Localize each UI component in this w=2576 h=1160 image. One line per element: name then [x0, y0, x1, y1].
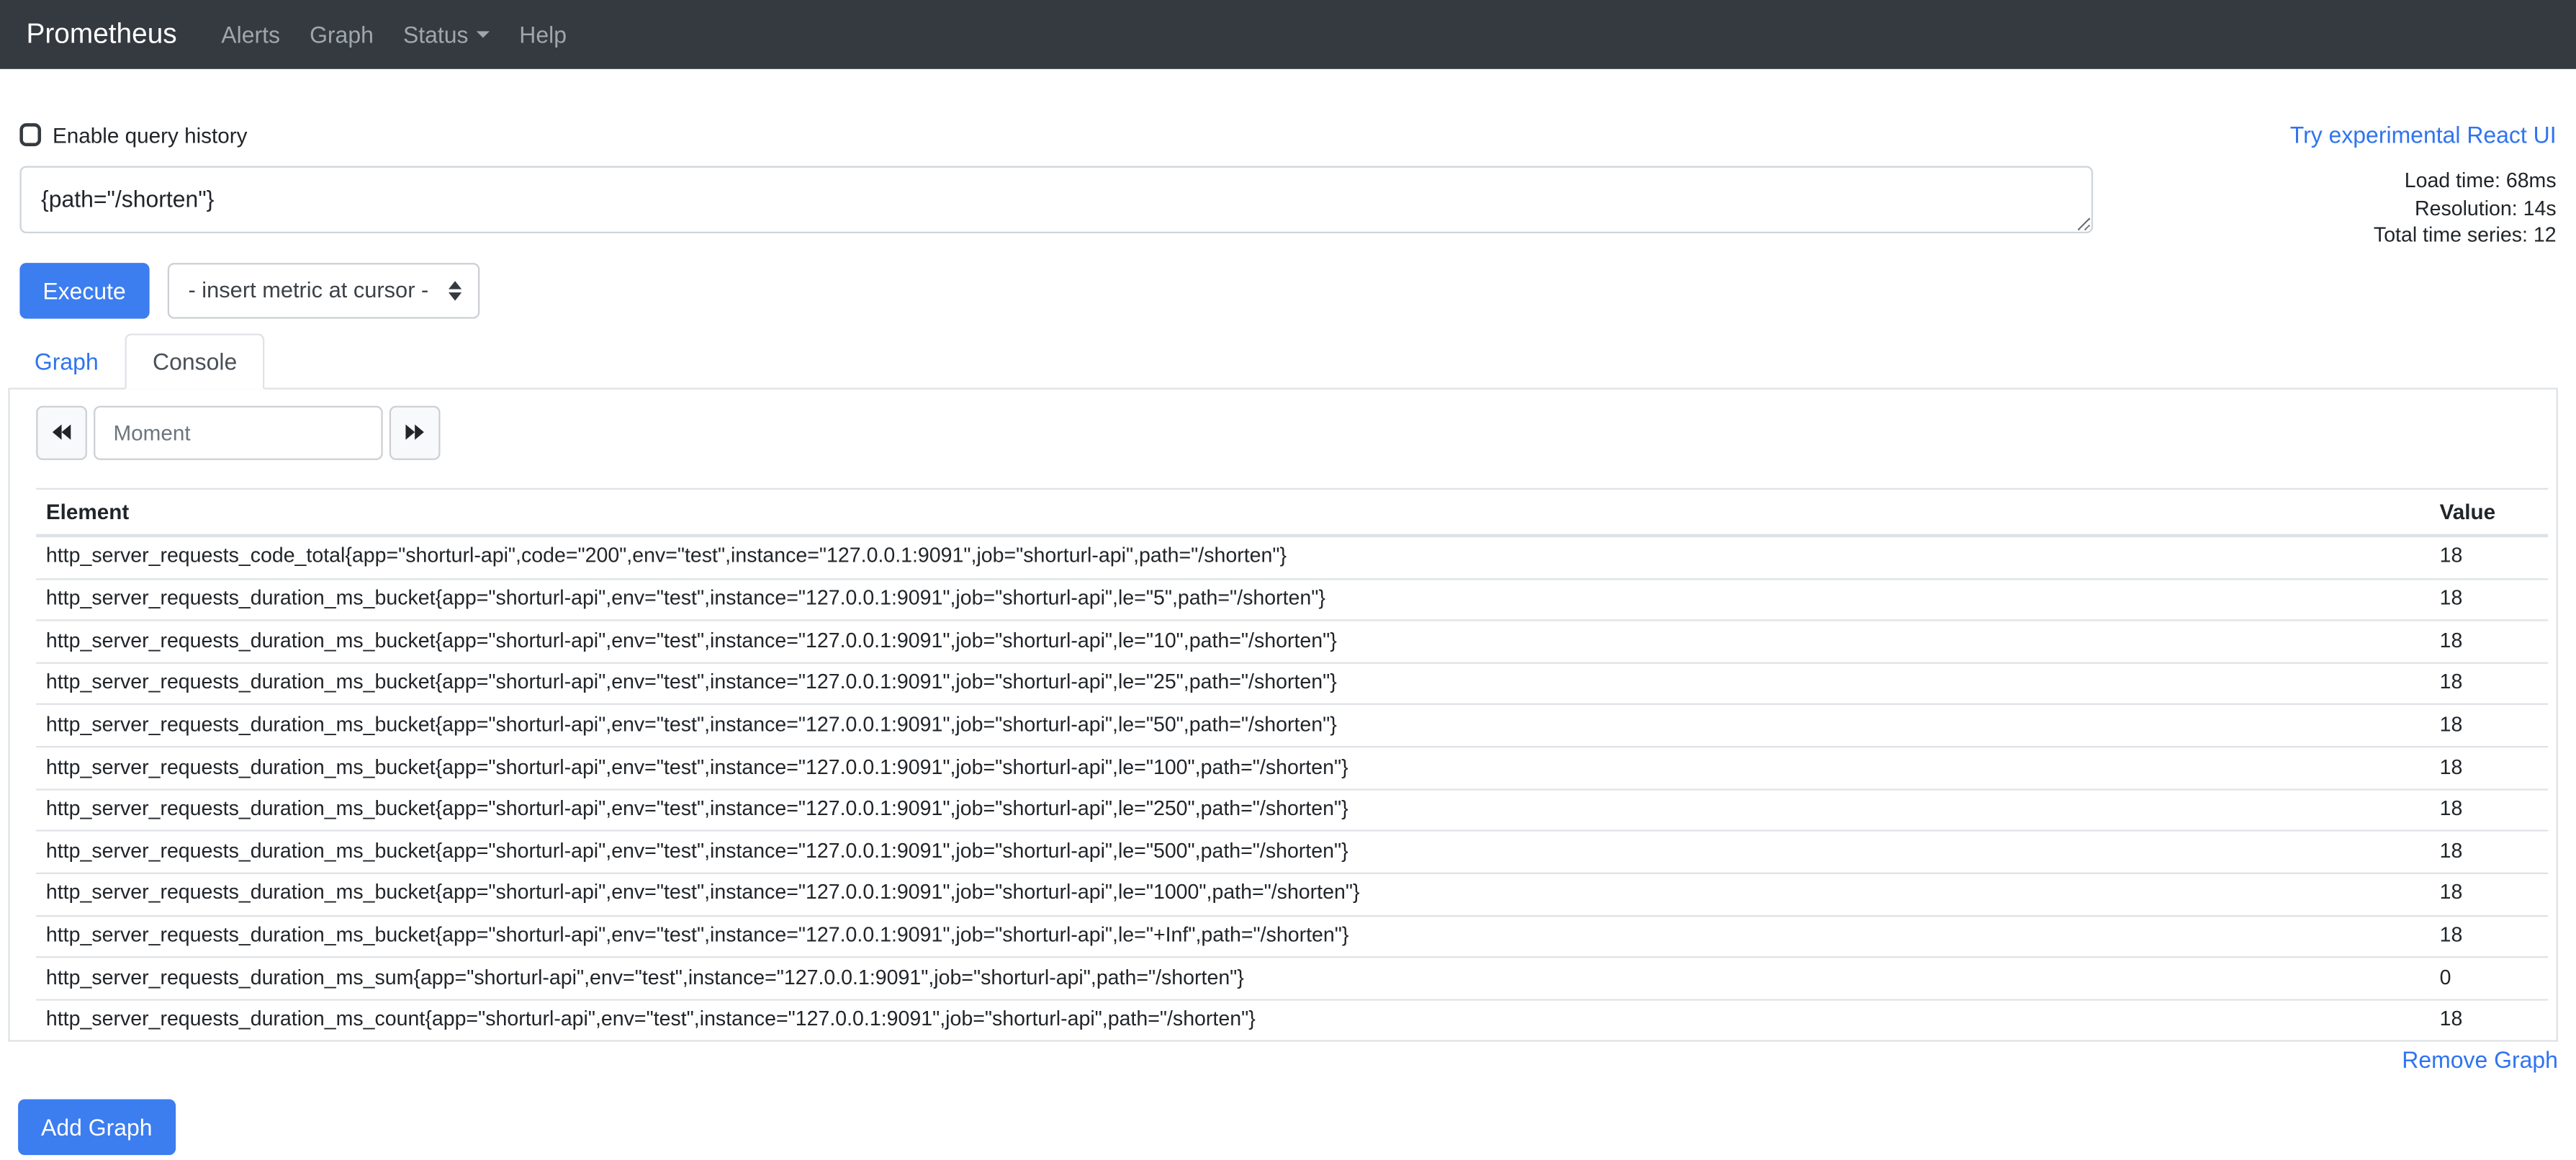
metric-element-cell: http_server_requests_duration_ms_bucket{… — [36, 915, 2430, 957]
remove-graph-link[interactable]: Remove Graph — [2402, 1047, 2558, 1074]
metric-element-cell: http_server_requests_duration_ms_count{a… — [36, 999, 2430, 1040]
moment-prev-button[interactable] — [36, 405, 87, 459]
add-graph-row: Add Graph — [18, 1100, 2576, 1156]
console-table-body: http_server_requests_code_total{app="sho… — [36, 536, 2548, 1041]
metric-element-cell: http_server_requests_duration_ms_sum{app… — [36, 957, 2430, 999]
table-row: http_server_requests_duration_ms_count{a… — [36, 999, 2548, 1040]
table-row: http_server_requests_code_total{app="sho… — [36, 536, 2548, 579]
metric-value-cell: 0 — [2430, 957, 2548, 999]
table-row: http_server_requests_duration_ms_bucket{… — [36, 621, 2548, 662]
table-row: http_server_requests_duration_ms_bucket{… — [36, 747, 2548, 788]
query-expression-input[interactable]: {path="/shorten"} — [19, 166, 2093, 233]
query-options-row: Enable query history Try experimental Re… — [19, 122, 2556, 148]
metric-value-cell: 18 — [2430, 621, 2548, 662]
chevron-down-icon — [477, 31, 490, 37]
tab-console[interactable]: Console — [125, 333, 265, 390]
insert-metric-select-value: - insert metric at cursor - — [188, 278, 428, 302]
table-row: http_server_requests_duration_ms_bucket{… — [36, 578, 2548, 620]
metric-value-cell: 18 — [2430, 536, 2548, 579]
metric-value-cell: 18 — [2430, 705, 2548, 747]
total-series-text: Total time series: 12 — [2093, 222, 2556, 250]
enable-history-label: Enable query history — [53, 122, 247, 147]
tab-bar: Graph Console — [8, 333, 2557, 390]
metric-element-cell: http_server_requests_duration_ms_bucket{… — [36, 789, 2430, 831]
metric-value-cell: 18 — [2430, 578, 2548, 620]
query-stats: Load time: 68ms Resolution: 14s Total ti… — [2093, 166, 2556, 249]
query-row: {path="/shorten"} Load time: 68ms Resolu… — [19, 166, 2556, 249]
remove-graph-row: Remove Graph — [8, 1047, 2557, 1076]
page: Prometheus Alerts Graph Status Help Enab… — [0, 0, 2576, 1160]
rewind-icon — [51, 423, 73, 442]
nav-item-label: Graph — [310, 22, 374, 48]
nav-item-graph[interactable]: Graph — [295, 22, 389, 48]
metric-value-cell: 18 — [2430, 662, 2548, 704]
metric-element-cell: http_server_requests_duration_ms_bucket{… — [36, 873, 2430, 915]
console-panel: Element Value http_server_requests_code_… — [8, 390, 2557, 1043]
nav-item-label: Status — [403, 22, 469, 48]
fast-forward-icon — [404, 423, 425, 442]
metric-element-cell: http_server_requests_duration_ms_bucket{… — [36, 662, 2430, 704]
metric-value-cell: 18 — [2430, 789, 2548, 831]
metric-value-cell: 18 — [2430, 873, 2548, 915]
table-row: http_server_requests_duration_ms_bucket{… — [36, 789, 2548, 831]
brand-link[interactable]: Prometheus — [27, 18, 177, 51]
table-row: http_server_requests_duration_ms_bucket{… — [36, 705, 2548, 747]
add-graph-button[interactable]: Add Graph — [18, 1100, 175, 1156]
metric-element-cell: http_server_requests_duration_ms_bucket{… — [36, 831, 2430, 873]
table-row: http_server_requests_duration_ms_bucket{… — [36, 915, 2548, 957]
table-row: http_server_requests_duration_ms_bucket{… — [36, 662, 2548, 704]
select-caret-icon — [448, 281, 461, 300]
table-row: http_server_requests_duration_ms_bucket{… — [36, 873, 2548, 915]
console-table: Element Value http_server_requests_code_… — [36, 487, 2548, 1040]
enable-history-option: Enable query history — [19, 122, 247, 147]
nav-item-label: Help — [519, 22, 567, 48]
navbar: Prometheus Alerts Graph Status Help — [0, 0, 2576, 69]
moment-next-button[interactable] — [389, 405, 441, 459]
metric-element-cell: http_server_requests_duration_ms_bucket{… — [36, 621, 2430, 662]
load-time-text: Load time: 68ms — [2093, 168, 2556, 195]
tab-graph[interactable]: Graph — [8, 335, 125, 387]
metric-value-cell: 18 — [2430, 831, 2548, 873]
react-ui-link[interactable]: Try experimental React UI — [2290, 122, 2557, 148]
resolution-text: Resolution: 14s — [2093, 195, 2556, 222]
metric-element-cell: http_server_requests_code_total{app="sho… — [36, 536, 2430, 579]
console-table-head: Element Value — [36, 489, 2548, 536]
metric-element-cell: http_server_requests_duration_ms_bucket{… — [36, 705, 2430, 747]
value-column-header: Value — [2430, 489, 2548, 536]
nav-item-label: Alerts — [221, 22, 280, 48]
table-row: http_server_requests_duration_ms_bucket{… — [36, 831, 2548, 873]
execute-row: Execute - insert metric at cursor - — [19, 263, 2556, 319]
metric-value-cell: 18 — [2430, 915, 2548, 957]
moment-nav — [36, 405, 2548, 459]
insert-metric-select[interactable]: - insert metric at cursor - — [167, 263, 479, 319]
nav-item-alerts[interactable]: Alerts — [207, 22, 295, 48]
nav-item-status[interactable]: Status — [388, 22, 504, 48]
table-row: http_server_requests_duration_ms_sum{app… — [36, 957, 2548, 999]
element-column-header: Element — [36, 489, 2430, 536]
metric-value-cell: 18 — [2430, 747, 2548, 788]
execute-button[interactable]: Execute — [19, 263, 148, 319]
nav-item-help[interactable]: Help — [505, 22, 582, 48]
metric-element-cell: http_server_requests_duration_ms_bucket{… — [36, 578, 2430, 620]
moment-input[interactable] — [94, 405, 383, 459]
metric-value-cell: 18 — [2430, 999, 2548, 1040]
graph-container: Graph Console Element Value — [8, 333, 2557, 1077]
metric-element-cell: http_server_requests_duration_ms_bucket{… — [36, 747, 2430, 788]
enable-history-checkbox[interactable] — [19, 123, 41, 146]
